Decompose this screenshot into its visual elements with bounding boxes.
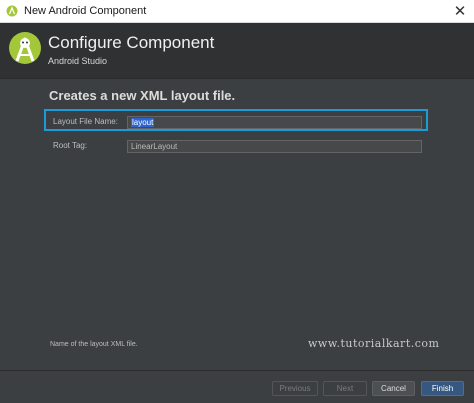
android-studio-icon bbox=[6, 5, 18, 17]
root-tag-input[interactable]: LinearLayout bbox=[127, 140, 422, 153]
window-title: New Android Component bbox=[24, 5, 147, 17]
next-button[interactable]: Next bbox=[323, 381, 367, 396]
layout-file-name-value: layout bbox=[131, 118, 155, 127]
dialog-footer: Previous Next Cancel Finish bbox=[0, 370, 474, 403]
main-content: Creates a new XML layout file. Layout Fi… bbox=[0, 79, 474, 370]
layout-file-name-input[interactable]: layout bbox=[127, 116, 422, 129]
root-tag-label: Root Tag: bbox=[53, 141, 88, 150]
watermark: www.tutorialkart.com bbox=[308, 337, 440, 350]
root-tag-value: LinearLayout bbox=[131, 142, 178, 151]
page-title: Configure Component bbox=[48, 33, 215, 52]
section-heading: Creates a new XML layout file. bbox=[49, 88, 236, 103]
cancel-button[interactable]: Cancel bbox=[372, 381, 415, 396]
close-icon[interactable]: ✕ bbox=[446, 0, 474, 22]
window-titlebar: New Android Component ✕ bbox=[0, 0, 474, 23]
previous-button[interactable]: Previous bbox=[272, 381, 318, 396]
header-banner: Configure Component Android Studio bbox=[0, 23, 474, 79]
android-studio-logo bbox=[9, 32, 41, 64]
page-subtitle: Android Studio bbox=[48, 56, 108, 66]
field-hint: Name of the layout XML file. bbox=[50, 341, 138, 348]
finish-button[interactable]: Finish bbox=[421, 381, 464, 396]
layout-file-name-label: Layout File Name: bbox=[53, 117, 118, 126]
